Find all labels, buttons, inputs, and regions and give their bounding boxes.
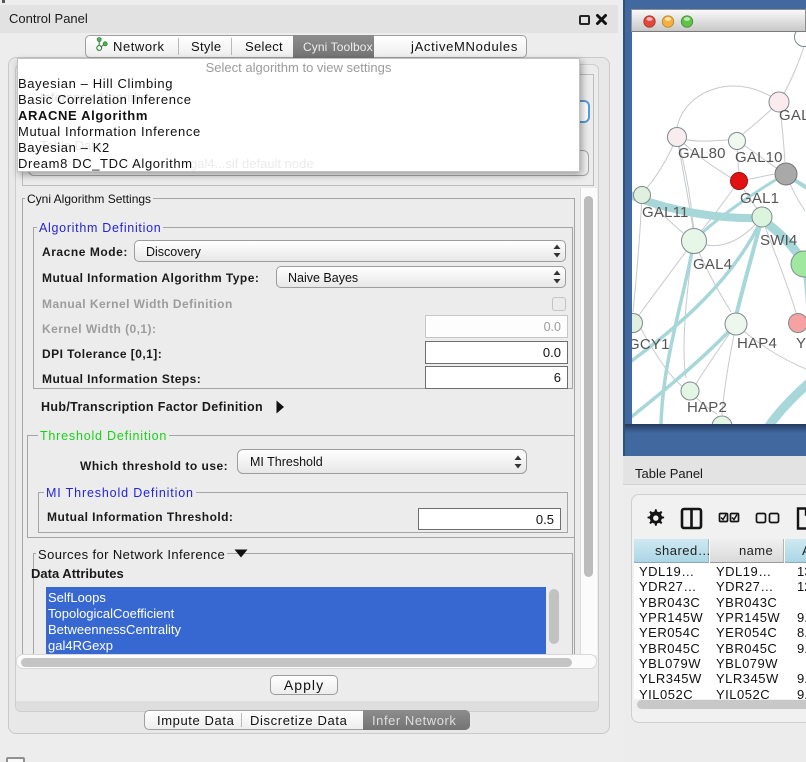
svg-text:GAL4: GAL4 xyxy=(693,256,732,273)
svg-text:GAL7: GAL7 xyxy=(779,107,806,124)
svg-text:HAP2: HAP2 xyxy=(687,399,727,416)
svg-text:GAL11: GAL11 xyxy=(642,204,689,221)
svg-text:GCY1: GCY1 xyxy=(632,336,670,353)
svg-text:GAL10: GAL10 xyxy=(735,149,783,166)
svg-text:HAP4: HAP4 xyxy=(737,335,777,352)
svg-text:GAL1: GAL1 xyxy=(740,190,779,207)
svg-text:GAL80: GAL80 xyxy=(678,145,726,162)
svg-text:Y: Y xyxy=(796,335,806,352)
svg-text:SWI4: SWI4 xyxy=(760,232,797,249)
